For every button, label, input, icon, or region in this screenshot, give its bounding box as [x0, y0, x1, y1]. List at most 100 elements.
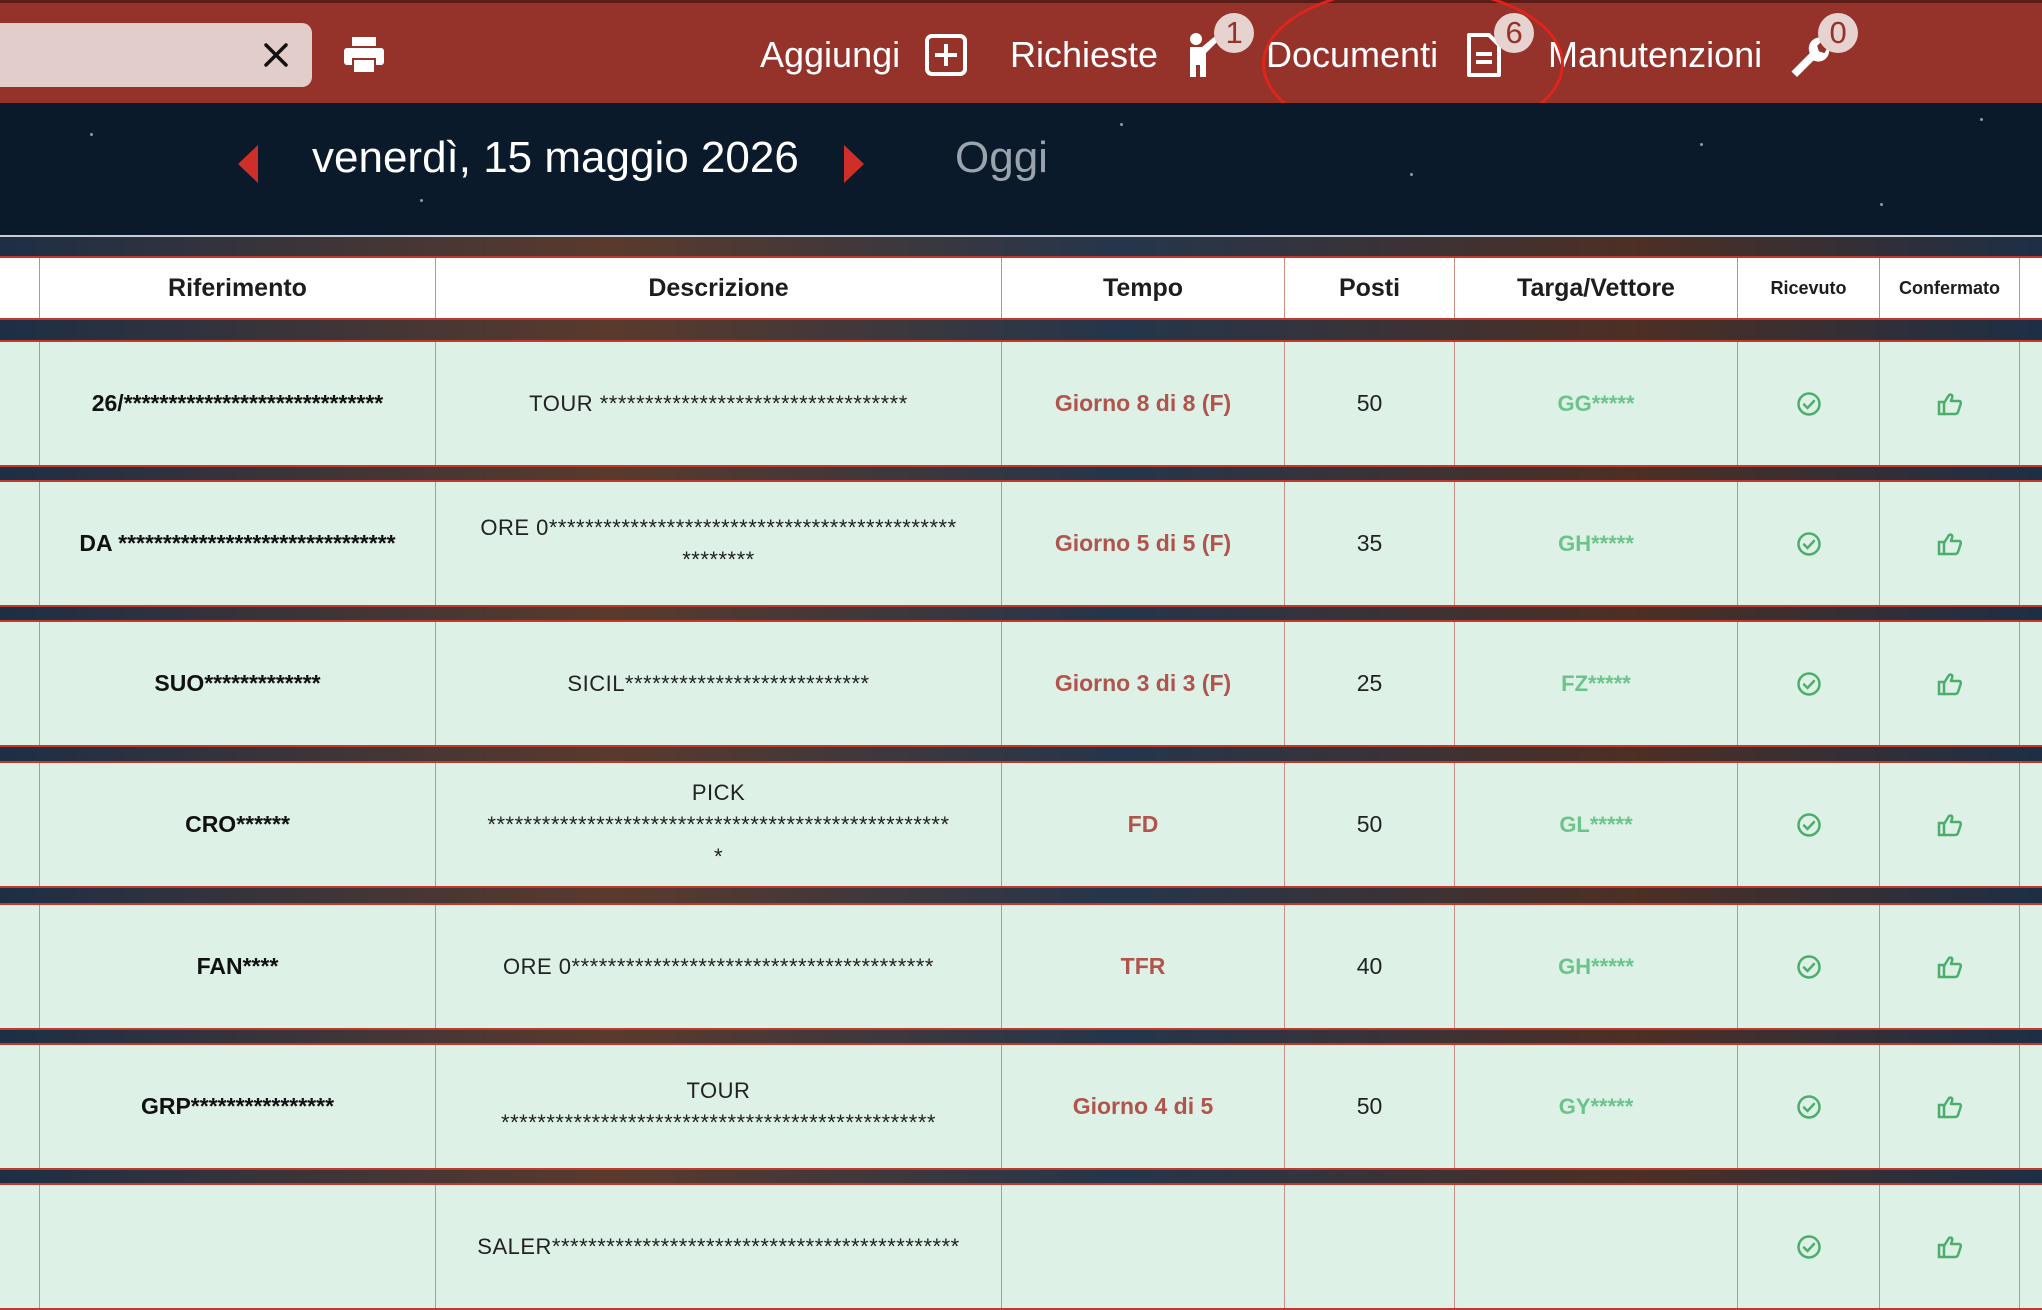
cell-targa-text: GL*****: [1559, 811, 1633, 837]
cell-descrizione-text: PICK ***********************************…: [487, 779, 950, 869]
document-icon: 6: [1462, 12, 1535, 79]
row-edge-cell: [0, 1185, 40, 1308]
check-circle-icon[interactable]: [1796, 671, 1822, 697]
cell-posti: 50: [1285, 1045, 1455, 1168]
nav-aggiungi-label: Aggiungi: [760, 33, 901, 75]
nav-documenti[interactable]: Documenti 6: [1266, 3, 1535, 106]
header-tempo: Tempo: [1002, 258, 1285, 318]
top-bar: Aggiungi Richieste 1 Documenti 6 Manuten…: [0, 0, 2042, 103]
cell-targa: GL*****: [1455, 763, 1738, 886]
cell-descrizione: TOUR **********************************: [436, 342, 1002, 465]
header-descrizione: Descrizione: [436, 258, 1002, 318]
thumbs-up-icon[interactable]: [1937, 1094, 1963, 1120]
table-row[interactable]: GRP**************** TOUR ****************…: [0, 1043, 2042, 1170]
today-button[interactable]: Oggi: [955, 133, 1048, 183]
cell-targa: GH*****: [1455, 905, 1738, 1028]
current-date: venerdì, 15 maggio 2026: [312, 133, 799, 182]
add-square-icon: [924, 31, 968, 79]
cell-posti-text: 40: [1356, 953, 1383, 979]
cell-targa: GG*****: [1455, 342, 1738, 465]
cell-targa-text: GY*****: [1558, 1093, 1634, 1119]
check-circle-icon[interactable]: [1796, 531, 1822, 557]
check-circle-icon[interactable]: [1796, 954, 1822, 980]
cell-confermato: [1880, 905, 2020, 1028]
thumbs-up-icon[interactable]: [1937, 1234, 1963, 1260]
check-circle-icon[interactable]: [1796, 1234, 1822, 1260]
thumbs-up-icon[interactable]: [1937, 391, 1963, 417]
nav-richieste[interactable]: Richieste 1: [1010, 3, 1255, 106]
cell-targa-text: GH*****: [1558, 953, 1634, 979]
cell-descrizione-text: ORE 0***********************************…: [480, 514, 957, 572]
cell-riferimento: [40, 1185, 436, 1308]
cell-ricevuto: [1738, 482, 1880, 605]
cell-descrizione-text: TOUR ***********************************…: [501, 1077, 936, 1135]
richieste-badge: 1: [1214, 12, 1255, 53]
cell-tempo-text: FD: [1127, 811, 1159, 837]
cell-ricevuto: [1738, 622, 1880, 745]
cell-posti: 50: [1285, 342, 1455, 465]
cell-riferimento: CRO******: [40, 763, 436, 886]
cell-posti-text: 25: [1356, 670, 1383, 696]
nav-aggiungi[interactable]: Aggiungi: [760, 3, 968, 106]
cell-riferimento-text: DA *******************************: [79, 530, 396, 556]
previous-day-arrow[interactable]: [238, 145, 258, 183]
thumbs-up-icon[interactable]: [1937, 671, 1963, 697]
cell-ricevuto: [1738, 763, 1880, 886]
table-row[interactable]: 26/***************************** TOUR ***…: [0, 340, 2042, 467]
row-edge-cell: [0, 1045, 40, 1168]
row-edge-cell: [0, 482, 40, 605]
next-day-arrow[interactable]: [844, 145, 864, 183]
header-riferimento: Riferimento: [40, 258, 436, 318]
cell-ricevuto: [1738, 1045, 1880, 1168]
cell-riferimento: DA *******************************: [40, 482, 436, 605]
table-row[interactable]: DA ******************************* ORE 0*…: [0, 480, 2042, 607]
cell-posti: 50: [1285, 763, 1455, 886]
cell-riferimento-text: GRP****************: [140, 1093, 335, 1119]
close-icon[interactable]: [258, 37, 294, 73]
thumbs-up-icon[interactable]: [1937, 812, 1963, 838]
table-row[interactable]: CRO****** PICK **************************…: [0, 761, 2042, 888]
check-circle-icon[interactable]: [1796, 1094, 1822, 1120]
cell-riferimento: FAN****: [40, 905, 436, 1028]
thumbs-up-icon[interactable]: [1937, 531, 1963, 557]
check-circle-icon[interactable]: [1796, 391, 1822, 417]
cell-targa: GH*****: [1455, 482, 1738, 605]
cell-riferimento-text: 26/*****************************: [91, 390, 384, 416]
cell-posti: [1285, 1185, 1455, 1308]
cell-riferimento-text: FAN****: [196, 953, 279, 979]
nav-documenti-label: Documenti: [1266, 33, 1439, 75]
cell-descrizione: PICK ***********************************…: [436, 763, 1002, 886]
cell-descrizione: ORE 0***********************************…: [436, 905, 1002, 1028]
cell-tempo-text: Giorno 4 di 5: [1072, 1093, 1214, 1119]
cell-riferimento: GRP****************: [40, 1045, 436, 1168]
cell-riferimento: 26/*****************************: [40, 342, 436, 465]
cell-tempo: [1002, 1185, 1285, 1308]
table-row[interactable]: FAN**** ORE 0****************************…: [0, 903, 2042, 1030]
table-row[interactable]: SALER***********************************…: [0, 1183, 2042, 1310]
header-confermato: Confermato: [1880, 258, 2020, 318]
header-spacer: [0, 258, 40, 318]
cell-descrizione: SICIL***************************: [436, 622, 1002, 745]
cell-descrizione-text: SALER***********************************…: [477, 1233, 960, 1259]
cell-posti: 40: [1285, 905, 1455, 1028]
thumbs-up-icon[interactable]: [1937, 954, 1963, 980]
printer-icon[interactable]: [342, 35, 386, 75]
cell-tempo-text: Giorno 8 di 8 (F): [1054, 390, 1232, 416]
cell-posti-text: 50: [1356, 390, 1383, 416]
cell-posti: 25: [1285, 622, 1455, 745]
date-band: venerdì, 15 maggio 2026 Oggi: [0, 103, 2042, 235]
cell-descrizione: ORE 0***********************************…: [436, 482, 1002, 605]
cell-riferimento-text: SUO*************: [154, 670, 321, 696]
cell-riferimento-text: CRO******: [185, 811, 290, 837]
cell-posti: 35: [1285, 482, 1455, 605]
cell-descrizione-text: ORE 0***********************************…: [503, 953, 934, 979]
header-posti: Posti: [1285, 258, 1455, 318]
search-input[interactable]: [0, 23, 312, 87]
table-row[interactable]: SUO************* SICIL*******************…: [0, 620, 2042, 747]
cell-descrizione-text: SICIL***************************: [567, 670, 870, 696]
cell-targa: GY*****: [1455, 1045, 1738, 1168]
cell-tempo-text: Giorno 3 di 3 (F): [1054, 670, 1232, 696]
row-edge-cell: [0, 342, 40, 465]
nav-manutenzioni[interactable]: Manutenzioni 0: [1548, 3, 1859, 106]
check-circle-icon[interactable]: [1796, 812, 1822, 838]
